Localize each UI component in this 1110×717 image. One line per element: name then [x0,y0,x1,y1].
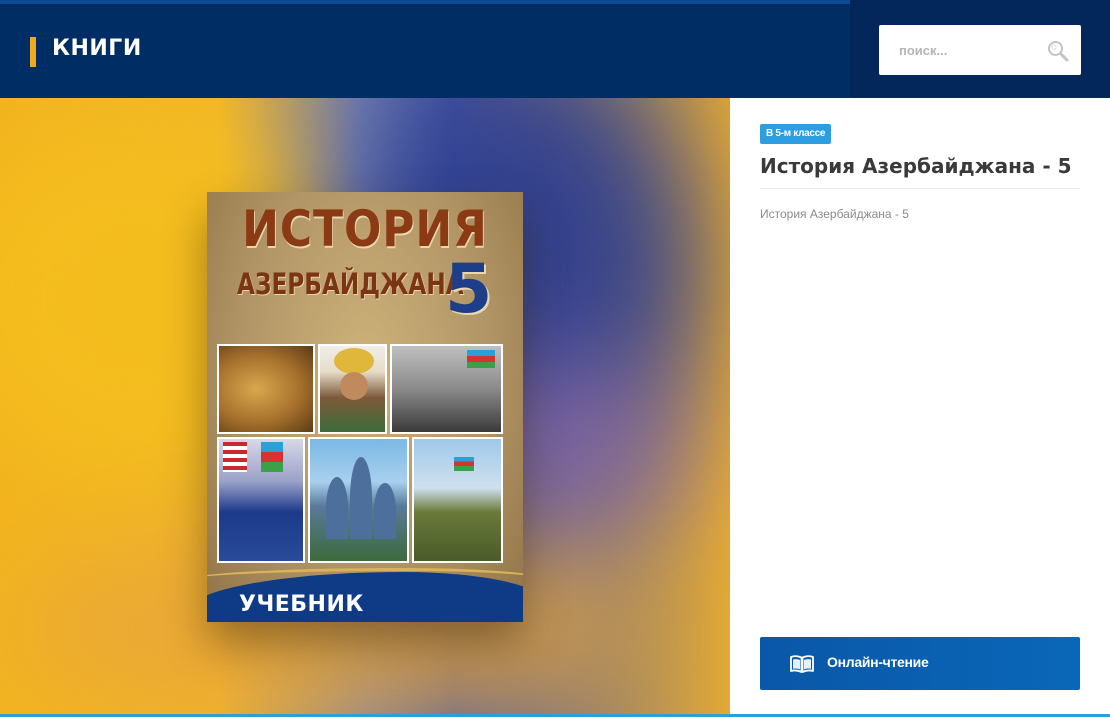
read-online-button[interactable]: Онлайн-чтение [760,637,1080,690]
flag-icon [223,442,247,472]
turban-shape [334,348,374,374]
cover-photo-petroglyph [217,344,315,434]
cover-grade: 5 [445,250,493,329]
tower-shape [374,483,396,539]
top-header: КНИГИ [0,0,1110,98]
search-icon[interactable] [1046,39,1070,63]
open-book-icon [790,655,814,673]
cover-photo-hill-flag [412,437,503,563]
cover-type-label: УЧЕБНИК [239,592,364,617]
tower-shape [326,477,348,539]
cover-photo-ceremony [217,437,305,563]
brand-accent-bar [30,37,36,67]
book-title: История Азербайджана - 5 [760,154,1072,178]
face-shape [340,372,368,400]
book-description: История Азербайджана - 5 [760,207,909,221]
cover-subject: АЗЕРБАЙДЖАНА [237,267,464,301]
flag-icon [467,350,495,368]
book-cover-panel: ИСТОРИЯ АЗЕРБАЙДЖАНА 5 УЧЕБНИК [0,98,730,717]
search-box[interactable] [879,25,1081,75]
read-online-label: Онлайн-чтение [827,654,929,670]
page-title: КНИГИ [52,36,142,61]
tower-shape [350,457,372,539]
cover-photo-parliament [390,344,503,434]
search-input[interactable] [879,25,1039,75]
flag-icon [261,442,283,472]
divider [760,188,1080,189]
book-info-panel: В 5-м классе История Азербайджана - 5 Ис… [730,98,1110,717]
grade-badge[interactable]: В 5-м классе [760,124,832,144]
flag-icon [454,457,474,471]
cover-photo-portrait [318,344,387,434]
book-cover-image: ИСТОРИЯ АЗЕРБАЙДЖАНА 5 УЧЕБНИК [207,192,523,622]
cover-photo-flame-towers [308,437,409,563]
